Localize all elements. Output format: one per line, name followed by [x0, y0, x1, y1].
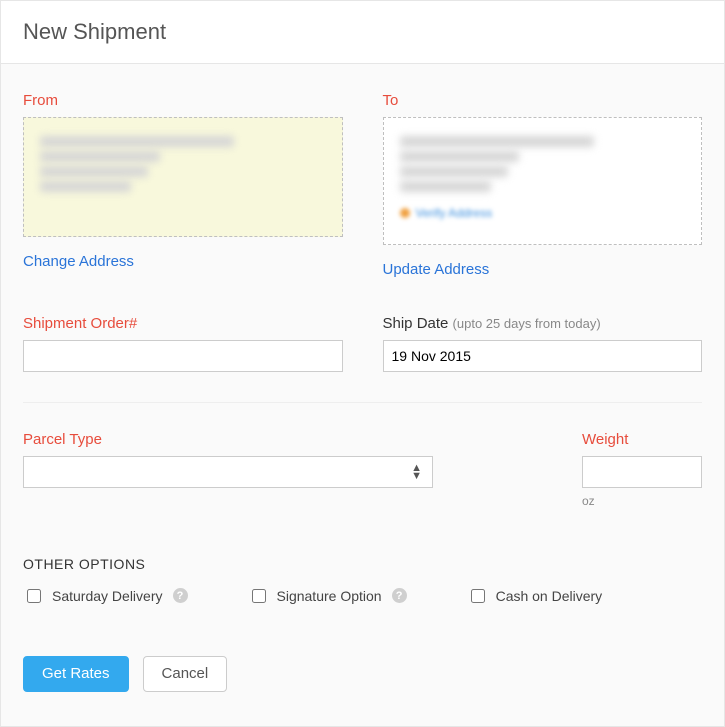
option-saturday: Saturday Delivery ?	[23, 586, 188, 606]
shipment-order-label: Shipment Order#	[23, 315, 343, 332]
cancel-button[interactable]: Cancel	[143, 656, 228, 692]
to-address-box[interactable]: Verify Address	[383, 117, 703, 245]
shipment-order-col: Shipment Order#	[23, 315, 343, 372]
warning-dot-icon	[400, 208, 410, 218]
divider	[23, 402, 702, 403]
ship-date-input[interactable]	[383, 340, 703, 372]
order-date-block: Shipment Order# Ship Date (upto 25 days …	[23, 315, 702, 372]
saturday-delivery-checkbox-label[interactable]: Saturday Delivery	[23, 586, 163, 606]
parcel-row: Parcel Type ▲▼ Weight oz	[23, 431, 702, 508]
address-row: From Change Address To	[23, 92, 702, 279]
weight-col: Weight oz	[582, 431, 702, 508]
help-icon[interactable]: ?	[392, 588, 407, 603]
address-line-placeholder	[400, 151, 520, 162]
shipment-order-input[interactable]	[23, 340, 343, 372]
parcel-type-select[interactable]	[24, 457, 432, 487]
to-label: To	[383, 92, 703, 109]
from-label: From	[23, 92, 343, 109]
signature-option-checkbox-label[interactable]: Signature Option	[248, 586, 382, 606]
address-line-placeholder	[400, 181, 491, 192]
from-column: From Change Address	[23, 92, 343, 279]
weight-label: Weight	[582, 431, 702, 448]
ship-date-hint: (upto 25 days from today)	[453, 316, 601, 331]
address-line-placeholder	[400, 136, 594, 147]
signature-option-checkbox[interactable]	[252, 589, 266, 603]
address-line-placeholder	[40, 181, 131, 192]
update-address-link[interactable]: Update Address	[383, 261, 490, 278]
other-options-heading: OTHER OPTIONS	[23, 556, 702, 572]
ship-date-label: Ship Date	[383, 315, 449, 332]
form-body: From Change Address To	[1, 64, 724, 726]
actions-row: Get Rates Cancel	[23, 656, 702, 692]
signature-option-label: Signature Option	[277, 588, 382, 604]
weight-unit: oz	[582, 494, 702, 508]
verify-address-label: Verify Address	[416, 204, 493, 222]
get-rates-button[interactable]: Get Rates	[23, 656, 129, 692]
option-cod: Cash on Delivery	[467, 586, 603, 606]
option-signature: Signature Option ?	[248, 586, 407, 606]
address-line-placeholder	[40, 151, 160, 162]
address-line-placeholder	[400, 166, 508, 177]
ship-date-col: Ship Date (upto 25 days from today)	[383, 315, 703, 372]
weight-input[interactable]	[582, 456, 702, 488]
parcel-type-label: Parcel Type	[23, 431, 433, 448]
cod-checkbox[interactable]	[471, 589, 485, 603]
verify-address-link[interactable]: Verify Address	[400, 204, 493, 222]
cod-checkbox-label[interactable]: Cash on Delivery	[467, 586, 603, 606]
address-line-placeholder	[40, 136, 234, 147]
to-column: To Verify Address Update Address	[383, 92, 703, 279]
other-options-block: OTHER OPTIONS Saturday Delivery ? Signat…	[23, 556, 702, 606]
cod-label: Cash on Delivery	[496, 588, 603, 604]
address-line-placeholder	[40, 166, 148, 177]
page-title: New Shipment	[1, 1, 724, 64]
parcel-type-col: Parcel Type ▲▼	[23, 431, 433, 488]
ship-date-label-wrap: Ship Date (upto 25 days from today)	[383, 315, 703, 332]
change-address-link[interactable]: Change Address	[23, 253, 134, 270]
options-row: Saturday Delivery ? Signature Option ? C…	[23, 586, 702, 606]
help-icon[interactable]: ?	[173, 588, 188, 603]
parcel-type-select-wrap: ▲▼	[23, 456, 433, 488]
saturday-delivery-label: Saturday Delivery	[52, 588, 163, 604]
saturday-delivery-checkbox[interactable]	[27, 589, 41, 603]
from-address-box[interactable]	[23, 117, 343, 237]
shipment-form: New Shipment From Change Address To	[0, 0, 725, 727]
